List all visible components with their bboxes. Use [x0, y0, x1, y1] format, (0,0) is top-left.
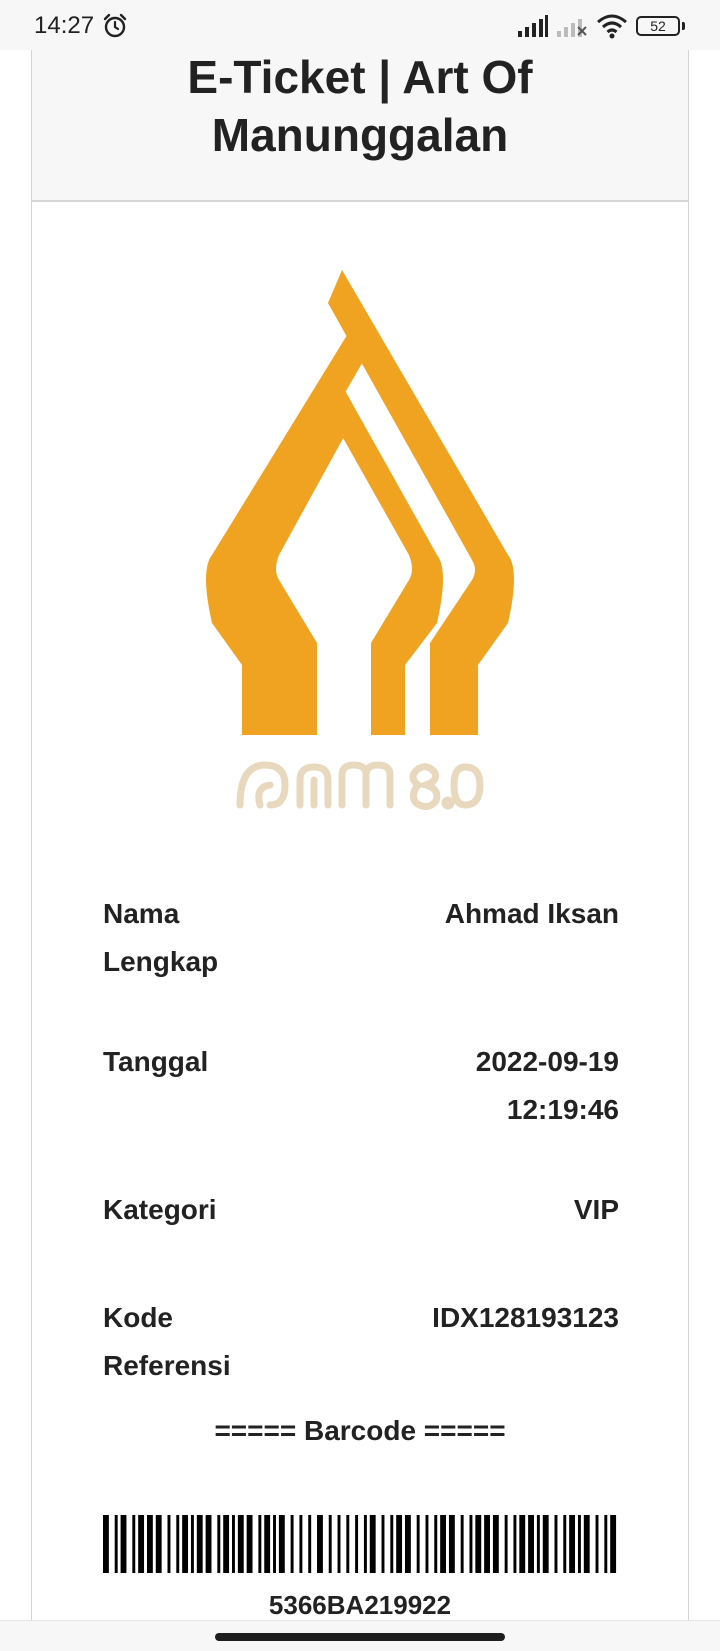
barcode-bar — [264, 1515, 271, 1573]
detail-value: IDX128193123 — [432, 1302, 619, 1333]
barcode-bar — [469, 1515, 473, 1573]
barcode-bar — [132, 1515, 136, 1573]
barcode-number: 5366BA219922 — [268, 1590, 452, 1620]
barcode-bar — [317, 1515, 323, 1573]
barcode-bar — [595, 1515, 599, 1573]
barcode-bar — [290, 1515, 294, 1573]
barcode-bar — [381, 1515, 385, 1573]
barcode-bar — [460, 1515, 464, 1573]
barcode-bar — [217, 1515, 221, 1573]
barcode-bar — [258, 1515, 262, 1573]
gunungan-logo — [206, 270, 514, 735]
barcode-bar — [363, 1515, 367, 1573]
barcode-bar — [355, 1515, 359, 1573]
barcode-bar — [563, 1515, 567, 1573]
barcode-bar — [337, 1515, 341, 1573]
barcode-bar — [299, 1515, 303, 1573]
alarm-icon — [103, 13, 127, 38]
barcode-bar — [484, 1515, 490, 1573]
barcode-bar — [604, 1515, 608, 1573]
barcode-bar — [425, 1515, 429, 1573]
barcode-bar — [513, 1515, 517, 1573]
barcode-bar — [205, 1515, 212, 1573]
barcode-bar — [448, 1515, 455, 1573]
navigation-bar — [0, 1620, 720, 1651]
barcode-bar — [569, 1515, 576, 1573]
detail-value: Ahmad Iksan — [444, 898, 619, 929]
barcode-bar — [475, 1515, 482, 1573]
wifi-icon — [597, 14, 627, 39]
barcode-bar — [610, 1515, 617, 1573]
signal-icon — [518, 15, 548, 37]
barcode-bar — [176, 1515, 180, 1573]
barcode-bar — [346, 1515, 350, 1573]
barcode-bar — [519, 1515, 526, 1573]
barcode-bar — [396, 1515, 403, 1573]
ticket-title: E-Ticket | Art Of Manunggalan — [187, 51, 533, 161]
ticket-header: E-Ticket | Art Of Manunggalan — [32, 50, 688, 202]
ticket-card: E-Ticket | Art Of Manunggalan Nama Lengk… — [31, 50, 689, 1620]
barcode-bar — [404, 1515, 411, 1573]
barcode-bar — [167, 1515, 171, 1573]
barcode-bar — [273, 1515, 276, 1573]
barcode-bar — [504, 1515, 508, 1573]
detail-label: Tanggal — [103, 1046, 209, 1077]
barcode-bar — [146, 1515, 153, 1573]
detail-label: Nama Lengkap — [103, 898, 219, 977]
barcode-bar — [328, 1515, 332, 1573]
barcode-bar — [492, 1515, 499, 1573]
barcode-bar — [577, 1515, 581, 1573]
barcode-bar — [440, 1515, 447, 1573]
signal-off-icon — [557, 19, 587, 37]
detail-label: Kategori — [103, 1194, 217, 1225]
status-bar: 14:27 52 — [0, 0, 720, 50]
barcode-bar — [138, 1515, 145, 1573]
barcode-bar — [155, 1515, 162, 1573]
barcode-bar — [434, 1515, 438, 1573]
logo-caption-glyphs — [236, 761, 484, 810]
barcode-bar — [232, 1515, 235, 1573]
barcode-bar — [223, 1515, 230, 1573]
barcode-bar — [542, 1515, 549, 1573]
detail-label: Kode Referensi — [103, 1302, 231, 1381]
barcode-title: ===== Barcode ===== — [214, 1415, 506, 1446]
barcode-bar — [120, 1515, 127, 1573]
barcode-bar — [190, 1515, 194, 1573]
barcode-bar — [182, 1515, 189, 1573]
barcode-bar — [237, 1515, 244, 1573]
barcode-bar — [390, 1515, 394, 1573]
barcode-bar — [583, 1515, 590, 1573]
barcode — [103, 1515, 617, 1573]
detail-value: VIP — [573, 1194, 619, 1225]
barcode-bar — [554, 1515, 558, 1573]
battery-tip — [682, 22, 685, 30]
barcode-bar — [308, 1515, 312, 1573]
logo-caption — [32, 755, 688, 820]
barcode-bar — [536, 1515, 540, 1573]
home-indicator[interactable] — [215, 1633, 505, 1641]
barcode-bar — [278, 1515, 285, 1573]
barcode-bar — [416, 1515, 420, 1573]
barcode-bar — [369, 1515, 376, 1573]
barcode-bar — [103, 1515, 109, 1573]
barcode-bar — [528, 1515, 534, 1573]
barcode-bar — [246, 1515, 253, 1573]
battery-icon: 52 — [636, 16, 680, 36]
status-time: 14:27 — [34, 12, 95, 39]
detail-value: 2022-09-19 12:19:46 — [475, 1046, 619, 1125]
barcode-bar — [114, 1515, 118, 1573]
barcode-bar — [196, 1515, 203, 1573]
